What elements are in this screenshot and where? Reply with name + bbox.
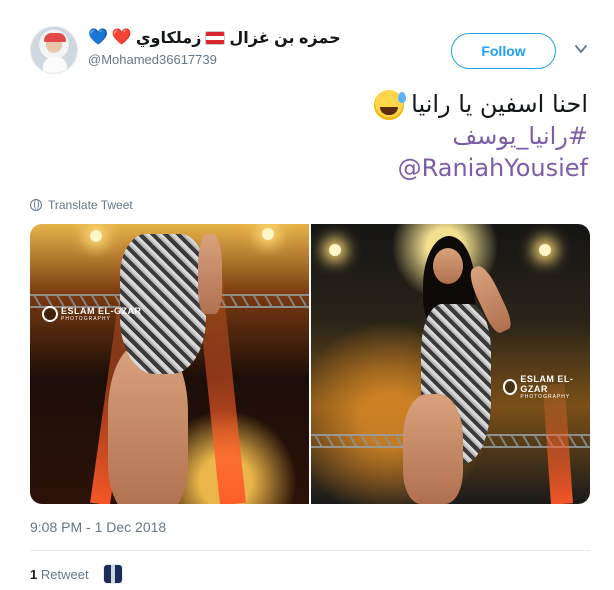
tweet-text: احنا اسفين يا رانيا #رانيا_يوسف @RaniahY… bbox=[28, 88, 588, 184]
avatar-shirt bbox=[43, 57, 67, 73]
watermark-logo-icon bbox=[42, 306, 58, 322]
retweet-label: Retweet bbox=[40, 566, 89, 582]
tweet-stats: 1 Retweet bbox=[30, 564, 123, 584]
tweet-line-1: احنا اسفين يا رانيا bbox=[28, 88, 588, 120]
blue-heart-icon: 💙 bbox=[88, 29, 108, 46]
photographer-watermark: ESLAM EL-GZAR PHOTOGRAPHY bbox=[42, 306, 142, 322]
stage-light bbox=[539, 244, 551, 256]
tweet-body: احنا اسفين يا رانيا bbox=[411, 90, 588, 118]
divider bbox=[30, 550, 590, 551]
watermark-name: ESLAM EL-GZAR bbox=[61, 306, 142, 316]
austria-flag-icon bbox=[205, 31, 226, 45]
stage-light bbox=[90, 230, 102, 242]
display-name-part-2: حمزه بن غزال bbox=[229, 30, 341, 47]
media-photo-right[interactable]: ESLAM EL-GZAR PHOTOGRAPHY bbox=[311, 224, 590, 504]
user-info[interactable]: 💙 ❤️ زملكاوي حمزه بن غزال @Mohamed366177… bbox=[88, 28, 341, 68]
display-name-part-1: زملكاوي bbox=[135, 30, 202, 47]
watermark-sub: PHOTOGRAPHY bbox=[520, 394, 571, 400]
display-name[interactable]: 💙 ❤️ زملكاوي حمزه بن غزال bbox=[88, 28, 341, 48]
avatar-cap bbox=[44, 33, 66, 42]
retweet-count: 1 bbox=[30, 566, 38, 582]
watermark-text: ESLAM EL-GZAR PHOTOGRAPHY bbox=[61, 306, 142, 322]
tweet-timestamp[interactable]: 9:08 PM - 1 Dec 2018 bbox=[30, 519, 166, 535]
stage-light bbox=[329, 244, 341, 256]
hashtag-link[interactable]: #رانيا_يوسف bbox=[28, 120, 588, 152]
follow-button[interactable]: Follow bbox=[451, 33, 556, 69]
retweeter-avatar[interactable] bbox=[102, 564, 123, 584]
chevron-down-icon[interactable] bbox=[574, 42, 588, 56]
retweet-stat[interactable]: 1 Retweet bbox=[30, 567, 89, 582]
translate-label: Translate Tweet bbox=[48, 198, 133, 212]
performer-face bbox=[433, 248, 463, 284]
user-avatar[interactable] bbox=[30, 26, 78, 74]
stage-light bbox=[262, 228, 274, 240]
mention-link[interactable]: @RaniahYousief bbox=[28, 152, 588, 184]
sweat-smile-emoji-icon bbox=[373, 90, 406, 120]
watermark-logo-icon bbox=[503, 379, 518, 395]
media-photo-left[interactable]: ESLAM EL-GZAR PHOTOGRAPHY bbox=[30, 224, 309, 504]
performer-arm bbox=[198, 234, 222, 314]
globe-icon bbox=[30, 199, 42, 211]
watermark-sub: PHOTOGRAPHY bbox=[61, 316, 111, 322]
light-beam bbox=[542, 383, 573, 504]
tweet-media[interactable]: ESLAM EL-GZAR PHOTOGRAPHY ESLAM EL-GZAR PH… bbox=[30, 224, 590, 504]
watermark-name: ESLAM EL-GZAR bbox=[520, 374, 574, 394]
red-heart-icon: ❤️ bbox=[111, 29, 132, 46]
watermark-text: ESLAM EL-GZAR PHOTOGRAPHY bbox=[520, 374, 590, 400]
photographer-watermark: ESLAM EL-GZAR PHOTOGRAPHY bbox=[503, 374, 590, 400]
user-handle[interactable]: @Mohamed36617739 bbox=[88, 52, 341, 67]
performer-costume bbox=[120, 234, 206, 374]
translate-tweet-link[interactable]: Translate Tweet bbox=[30, 198, 133, 212]
performer-legs bbox=[403, 394, 463, 504]
tweet-header: 💙 ❤️ زملكاوي حمزه بن غزال @Mohamed366177… bbox=[30, 26, 590, 80]
